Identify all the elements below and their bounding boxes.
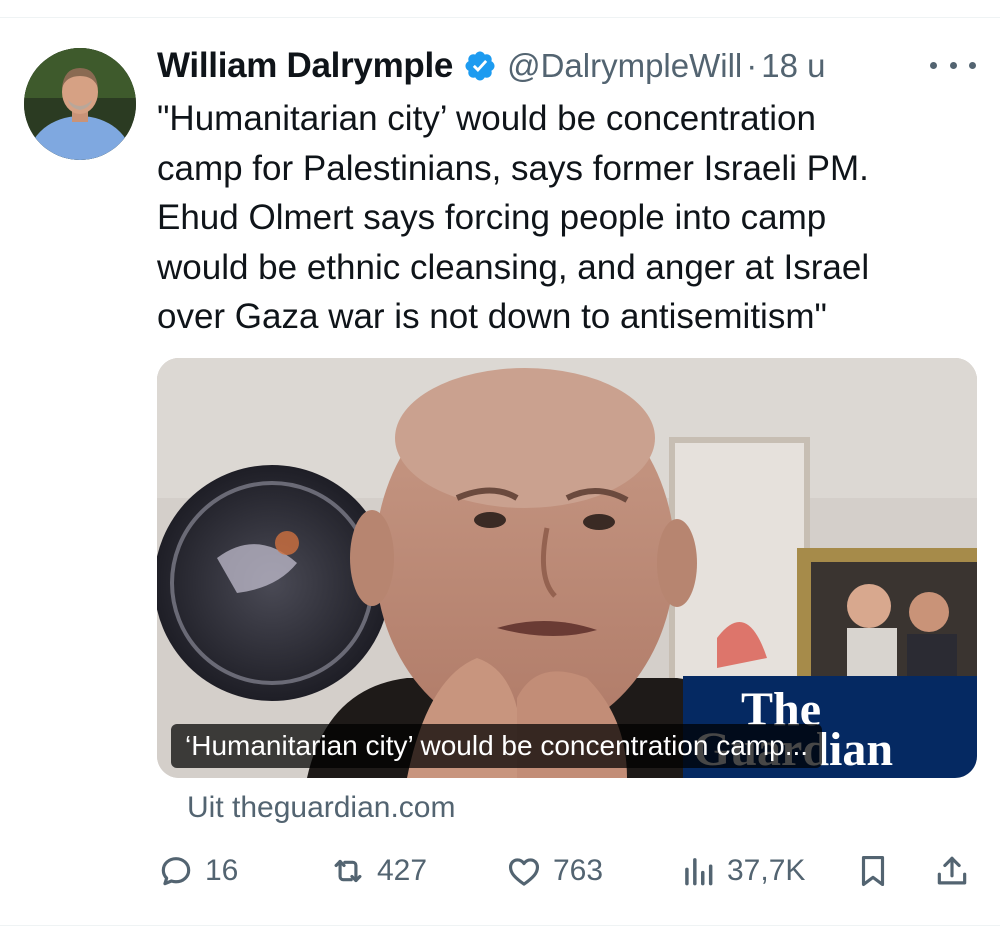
- tweet-text-line: camp for Palestinians, says former Israe…: [157, 148, 869, 188]
- views-button[interactable]: 37,7K: [679, 848, 805, 894]
- link-card[interactable]: The Guardian ‘Humanitarian city’ would b…: [157, 358, 977, 778]
- action-bar: 16 427 763 37,7K: [157, 848, 977, 894]
- avatar-image: [24, 48, 136, 160]
- tweet-text-line: would be ethnic cleansing, and anger at …: [157, 247, 870, 287]
- top-divider: [0, 17, 1000, 18]
- bookmark-icon: [854, 852, 892, 890]
- bottom-divider: [0, 925, 1000, 926]
- repost-button[interactable]: 427: [329, 848, 427, 894]
- tweet-text: "Humanitarian city’ would be concentrati…: [157, 94, 957, 342]
- tweet-text-line: "Humanitarian city’ would be concentrati…: [157, 99, 816, 138]
- repost-count: 427: [377, 854, 428, 887]
- reply-button[interactable]: 16: [157, 848, 238, 894]
- bookmark-button[interactable]: [854, 848, 892, 894]
- tweet-text-line: over Gaza war is not down to antisemitis…: [157, 297, 827, 336]
- tweet-header: William Dalrymple @DalrympleWill · 18 u: [157, 42, 826, 90]
- more-horizontal-icon[interactable]: [930, 50, 976, 80]
- separator-dot: ·: [746, 47, 758, 84]
- reply-bubble-icon: [157, 852, 195, 890]
- reply-count: 16: [205, 854, 239, 887]
- heart-icon: [505, 852, 543, 890]
- tweet-text-line: Ehud Olmert says forcing people into cam…: [157, 198, 827, 237]
- author-handle[interactable]: @DalrympleWill: [507, 47, 742, 85]
- card-source[interactable]: Uit theguardian.com: [187, 791, 455, 825]
- bar-chart-icon: [679, 852, 717, 890]
- like-count: 763: [553, 854, 604, 887]
- repost-arrows-icon: [329, 852, 367, 890]
- share-button[interactable]: [933, 848, 971, 894]
- author-name[interactable]: William Dalrymple: [157, 46, 453, 86]
- tweet-timestamp[interactable]: 18 u: [761, 47, 825, 85]
- share-upload-icon: [933, 852, 971, 890]
- like-button[interactable]: 763: [505, 848, 603, 894]
- views-count: 37,7K: [727, 854, 806, 887]
- card-caption: ‘Humanitarian city’ would be concentrati…: [171, 724, 823, 768]
- avatar[interactable]: [24, 48, 136, 160]
- verified-badge-icon[interactable]: [463, 49, 497, 83]
